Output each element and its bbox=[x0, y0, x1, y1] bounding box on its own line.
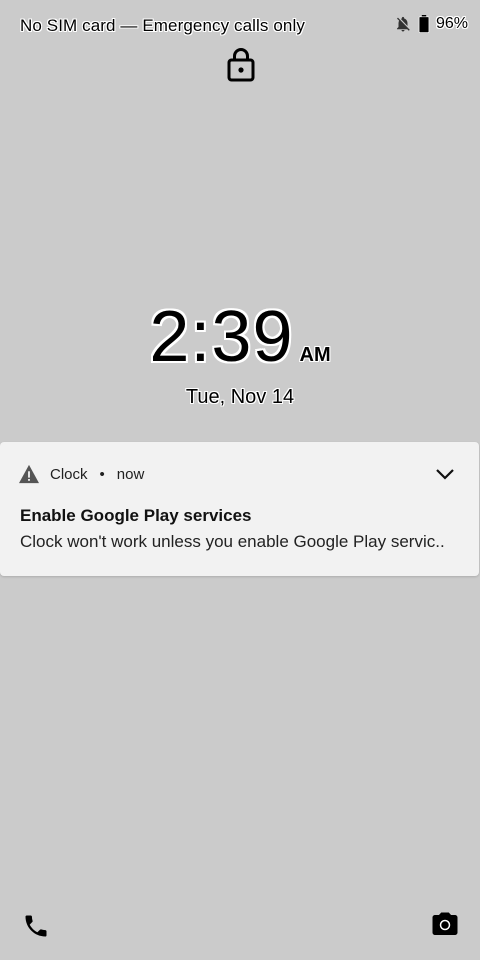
notification-title: Enable Google Play services bbox=[20, 506, 252, 525]
clock-ampm: AM bbox=[299, 344, 331, 366]
battery-icon bbox=[418, 15, 430, 33]
camera-icon[interactable] bbox=[430, 910, 460, 940]
phone-icon[interactable] bbox=[22, 912, 50, 940]
battery-percent: 96% bbox=[435, 15, 468, 32]
status-icons: 96% bbox=[394, 15, 468, 33]
warning-icon bbox=[19, 464, 39, 484]
lockscreen-clock: 2:39 AM bbox=[0, 296, 480, 378]
notification-time: now bbox=[116, 465, 145, 483]
chevron-down-icon[interactable] bbox=[433, 462, 457, 486]
carrier-text: No SIM card — Emergency calls only bbox=[20, 16, 305, 35]
clock-time: 2:39 bbox=[149, 297, 294, 377]
notification-card[interactable]: Clock • now Enable Google Play services … bbox=[0, 442, 479, 576]
lock-icon[interactable] bbox=[226, 46, 256, 82]
notification-separator: • bbox=[99, 465, 105, 483]
notifications-off-icon bbox=[396, 16, 410, 32]
lockscreen-date: Tue, Nov 14 bbox=[185, 386, 295, 408]
notification-body: Clock won't work unless you enable Googl… bbox=[20, 532, 445, 551]
status-bar: No SIM card — Emergency calls only 96% bbox=[0, 0, 480, 52]
notification-app-name: Clock bbox=[50, 465, 88, 483]
notification-header: Clock • now bbox=[18, 464, 144, 484]
